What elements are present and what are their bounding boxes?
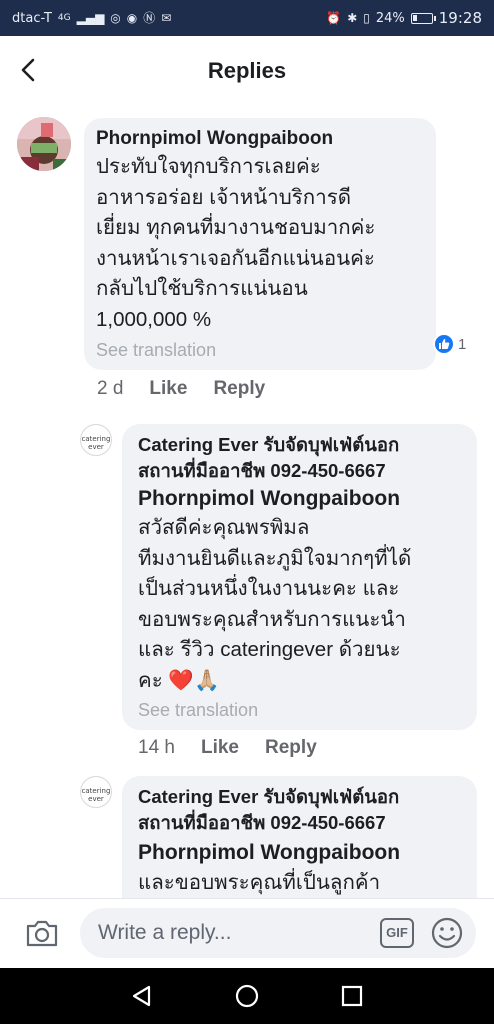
reply-text-line: คะ ❤️🙏🏼 [138, 668, 220, 692]
nav-home-button[interactable] [233, 982, 261, 1010]
reaction-number: 1 [458, 335, 467, 353]
gif-button[interactable]: GIF [380, 918, 414, 948]
page-avatar[interactable]: catering ever [80, 424, 112, 456]
page-title: Replies [207, 58, 287, 83]
reply-text-line: เป็นส่วนหนึ่งในงานนะคะ และ [138, 577, 400, 600]
comment-text-line: เยี่ยม ทุกคนที่มางานชอบมากค่ะ [96, 216, 376, 239]
reply-author[interactable]: Catering Ever รับจัดบุฟเฟ่ต์นอก สถานที่ม… [138, 432, 438, 484]
reply-bubble: Catering Ever รับจัดบุฟเฟ่ต์นอก สถานที่ม… [122, 776, 477, 916]
comment-actions: 2 d Like Reply [97, 378, 265, 400]
reply-text: สวัสดีค่ะคุณพรพิมล ทีมงานยินดีและภูมิใจม… [138, 513, 468, 696]
signal-icon: ▂▄▆ [76, 11, 105, 25]
eye-icon: ◉ [126, 11, 138, 25]
battery-icon [410, 12, 436, 24]
clock: 19:28 [438, 9, 482, 27]
square-recents-icon [341, 985, 363, 1007]
like-icon [433, 333, 455, 355]
comment-timestamp: 2 d [97, 378, 124, 399]
reply-composer: Write a reply... GIF [0, 898, 494, 968]
battery-fill [412, 14, 417, 21]
status-right: ⏰ ✱ ▯ 24% 19:28 [326, 9, 482, 27]
comment-text-line: อาหารอร่อย เจ้าหน้าบริการดี [96, 185, 352, 209]
page-avatar[interactable]: catering ever [80, 776, 112, 808]
comment-text-line: กลับไปใช้บริการแน่นอน [96, 277, 308, 300]
reply-bubble: Catering Ever รับจัดบุฟเฟ่ต์นอก สถานที่ม… [122, 424, 477, 730]
vibrate-icon: ▯ [363, 11, 370, 25]
camera-button[interactable] [24, 917, 60, 949]
nav-back-button[interactable] [128, 982, 156, 1010]
reply-author[interactable]: Catering Ever รับจัดบุฟเฟ่ต์นอก สถานที่ม… [138, 784, 438, 836]
avatar[interactable] [17, 117, 71, 171]
emoji-button[interactable] [430, 916, 464, 950]
page-avatar-logo: catering ever [81, 435, 111, 451]
nav-recents-button[interactable] [338, 982, 366, 1010]
circle-home-icon [235, 984, 259, 1008]
reply-text-line: ทีมงานยินดีและภูมิใจมากๆที่ได้ [138, 546, 412, 570]
mention-tag[interactable]: Phornpimol Wongpaiboon [138, 839, 400, 867]
reply-author-line: Catering Ever รับจัดบุฟเฟ่ต์นอก [138, 434, 400, 455]
page-avatar-logo: catering ever [81, 787, 111, 803]
comment-text-line: 1,000,000 % [96, 307, 212, 331]
see-translation-link[interactable]: See translation [138, 700, 258, 721]
battery-percent: 24% [375, 10, 405, 26]
triangle-back-icon [132, 985, 151, 1007]
reply-placeholder: Write a reply... [98, 921, 232, 944]
comment-text: ประทับใจทุกบริการเลยค่ะ อาหารอร่อย เจ้าห… [96, 152, 416, 335]
comment-text-line: งานหน้าเราเจอกันอีกแน่นอนค่ะ [96, 246, 375, 270]
reply-text-line: ขอบพระคุณสำหรับการแนะนำ [138, 607, 406, 631]
hotspot-icon: ◎ [110, 11, 121, 25]
reaction-count[interactable]: 1 [433, 333, 466, 355]
comment-bubble: Phornpimol Wongpaiboon ประทับใจทุกบริการ… [84, 118, 436, 370]
reply-actions: 14 h Like Reply [138, 737, 317, 759]
mail-icon: ✉ [161, 11, 172, 25]
bluetooth-icon: ✱ [347, 11, 358, 25]
reply-text: และขอบพระคุณที่เป็นลูกค้า [138, 868, 468, 899]
reply-author-line: สถานที่มืออาชีพ 092-450-6667 [138, 812, 386, 833]
reply-input[interactable]: Write a reply... GIF [80, 908, 476, 958]
reply-text-line: และขอบพระคุณที่เป็นลูกค้า [138, 871, 381, 894]
reply-author-line: สถานที่มืออาชีพ 092-450-6667 [138, 460, 386, 481]
header: Replies [0, 36, 494, 106]
system-nav-bar [0, 968, 494, 1024]
profile-photo [17, 117, 71, 171]
status-bar: dtac-T 4G ▂▄▆ ◎ ◉ Ⓝ ✉ ⏰ ✱ ▯ 24% 19:28 [0, 0, 494, 36]
reply-text-line: และ รีวิว cateringever ด้วยนะ [138, 638, 401, 661]
camera-icon [26, 920, 58, 947]
network-type-label: 4G [57, 13, 71, 23]
reply-button[interactable]: Reply [265, 737, 317, 759]
smiley-icon [431, 917, 463, 949]
reply-button[interactable]: Reply [213, 378, 265, 400]
see-translation-link[interactable]: See translation [96, 340, 216, 361]
comment-text-line: ประทับใจทุกบริการเลยค่ะ [96, 155, 321, 178]
carrier-label: dtac-T [12, 10, 52, 26]
like-button[interactable]: Like [201, 737, 239, 759]
like-button[interactable]: Like [149, 378, 187, 400]
reply-text-line: สวัสดีค่ะคุณพรพิมล [138, 516, 310, 539]
nfc-icon: Ⓝ [143, 11, 156, 25]
reply-author-line: Catering Ever รับจัดบุฟเฟ่ต์นอก [138, 786, 400, 807]
reply-timestamp: 14 h [138, 737, 175, 758]
mention-tag[interactable]: Phornpimol Wongpaiboon [138, 485, 400, 513]
comment-author[interactable]: Phornpimol Wongpaiboon [96, 127, 333, 151]
status-left: dtac-T 4G ▂▄▆ ◎ ◉ Ⓝ ✉ [12, 10, 171, 26]
alarm-icon: ⏰ [326, 11, 342, 25]
